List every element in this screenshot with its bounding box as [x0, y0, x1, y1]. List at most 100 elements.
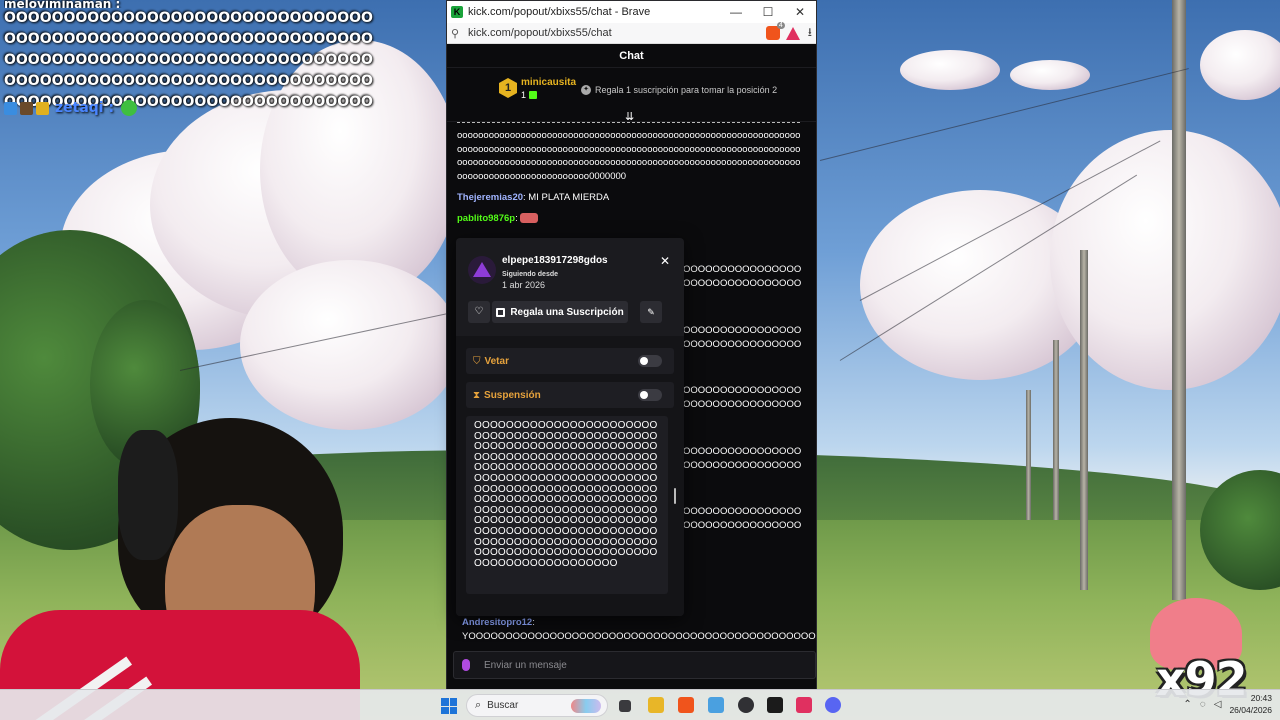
gift-circle-icon: ✦ [581, 85, 591, 95]
download-icon[interactable]: ⭳ [808, 23, 812, 44]
chat-message-fragment: OOOOOOOOOOOOOOOOOOOOOOOOOOOOOOOOOOOOOOOO… [683, 385, 802, 410]
divider [457, 122, 800, 123]
overlay-message: OOOOOOOOOOOOOOOOOOOOOOOOOOOOOOOOOOOOOOOO… [4, 10, 373, 110]
system-tray: ⌃ ◌ ◁ 20:43 26/04/2026 [1183, 692, 1272, 716]
utility-pole [1026, 390, 1031, 520]
chat-header: Chat [447, 44, 816, 68]
message-text: : MI PLATA MIERDA [523, 192, 610, 203]
badge-icon [20, 101, 33, 115]
gift-subscription-button[interactable]: Regala una Suscripción [492, 301, 628, 323]
minimize-button[interactable]: — [720, 1, 752, 23]
emote-icon [520, 212, 539, 223]
mic-icon[interactable] [462, 659, 470, 671]
site-settings-icon[interactable]: ⚲ [451, 27, 465, 40]
mute-user-button[interactable]: ✎ [640, 301, 662, 323]
gift-icon [529, 91, 538, 99]
utility-pole [1172, 0, 1186, 600]
chat-message: pablito9876p: [457, 212, 802, 226]
clock[interactable]: 20:43 26/04/2026 [1229, 692, 1272, 716]
stream-overlay-chat: meloviminaman : OOOOOOOOOOOOOOOOOOOOOOOO… [4, 0, 376, 113]
brave-rewards-icon[interactable] [785, 26, 800, 40]
chat-message-fragment: OOOOOOOOOOOOOOOOOOOOOOOOOOOOOOOOOOOOOOOO… [683, 264, 802, 289]
overlay-username: meloviminaman : [4, 0, 121, 8]
brave-browser-icon[interactable] [678, 697, 694, 713]
message-text: YOOOOOOOOOOOOOOOOOOOOOOOOOOOOOOOOOOOOOOO… [462, 630, 816, 642]
taskbar-search-placeholder[interactable]: Buscar [487, 700, 518, 711]
crown-icon [36, 101, 49, 115]
taskbar-search[interactable]: ⌕ Buscar [466, 694, 608, 717]
volume-icon[interactable]: ◁ [1214, 699, 1222, 710]
file-explorer-icon[interactable] [648, 697, 664, 713]
badge-icon [4, 101, 17, 115]
maximize-button[interactable]: ☐ [752, 1, 784, 23]
utility-pole [1080, 250, 1088, 590]
app-icon[interactable] [796, 697, 812, 713]
discord-icon[interactable] [825, 697, 841, 713]
headset [118, 430, 178, 560]
chat-message: Thejeremias20: MI PLATA MIERDA [457, 191, 802, 205]
terminal-icon[interactable] [767, 697, 783, 713]
kick-favicon: K [451, 6, 463, 18]
chat-username[interactable]: Thejeremias20 [457, 192, 523, 203]
gift-leaderboard: 1 minicausita 1 ✦ Regala 1 suscripción p… [447, 68, 816, 123]
ban-toggle[interactable] [638, 355, 662, 367]
timeout-toggle[interactable] [638, 389, 662, 401]
search-icon: ⌕ [475, 699, 482, 711]
chat-message-fragment: OOOOOOOOOOOOOOOOOOOOOOOOOOOOOOOOOOOOOOOO… [683, 325, 802, 350]
rank-badge: 1 [499, 78, 517, 98]
scrollbar[interactable] [674, 488, 676, 504]
user-message-history[interactable]: OOOOOOOOOOOOOOOOOOOOOOOOOOOOOOOOOOOOOOOO… [466, 416, 668, 594]
message-text: : [515, 212, 518, 224]
window-title: kick.com/popout/xbixs55/chat - Brave [468, 6, 651, 18]
follow-heart-button[interactable]: ♡ [468, 301, 490, 323]
cloud [1010, 60, 1090, 90]
shields-count: 4 [776, 22, 785, 29]
ban-row[interactable]: ⛉ Vetar [466, 348, 674, 374]
chat-message: oooooooooooooooooooooooooooooooooooooooo… [457, 129, 802, 183]
timeout-label: Suspensión [484, 389, 541, 401]
moderation-panel: ⛉ Vetar ⧗ Suspensión OOOOOOOOOOOOOOOOOOO… [456, 336, 684, 616]
overlay-next-user: zetaqi : [55, 100, 115, 116]
gift-count: 1 [521, 90, 527, 100]
address-bar[interactable]: ⚲ kick.com/popout/xbixs55/chat 4 ⭳ [447, 22, 816, 44]
clock-date: 26/04/2026 [1229, 705, 1272, 715]
message-text: oooooooooooooooooooooooooooooooooooooooo… [457, 130, 801, 182]
chat-username[interactable]: Andresitopro12 [462, 617, 532, 628]
following-since-label: Siguiendo desde [502, 271, 559, 278]
windows-taskbar: ⌕ Buscar ⌃ ◌ ◁ 20:43 26/04/2026 [0, 689, 1280, 720]
timeout-row[interactable]: ⧗ Suspensión [466, 382, 674, 408]
obs-icon[interactable] [738, 697, 754, 713]
close-window-button[interactable]: ✕ [784, 1, 816, 23]
notepad-icon[interactable] [708, 697, 724, 713]
brave-shields-icon[interactable]: 4 [765, 22, 785, 40]
chat-input[interactable]: Enviar un mensaje [453, 651, 816, 679]
ban-label: Vetar [484, 355, 509, 367]
network-icon[interactable]: ◌ [1200, 699, 1206, 710]
gift-prompt[interactable]: ✦ Regala 1 suscripción para tomar la pos… [581, 85, 777, 95]
gift-icon [496, 307, 506, 317]
windows-start-icon[interactable] [441, 698, 457, 714]
cloud [240, 260, 460, 430]
following-since-date: 1 abr 2026 [502, 280, 546, 290]
cloud [1200, 30, 1280, 100]
webcam-feed [0, 410, 360, 720]
chat-message-fragment: OOOOOOOOOOOOOOOOOOOOOOOOOOOOOOOOOOOOOOOO… [683, 506, 802, 531]
chat-username[interactable]: pablito9876p [457, 213, 515, 224]
chat-message-fragment: OOOOOOOOOOOOOOOOOOOOOOOOOOOOOOOOOOOOOOOO… [683, 446, 802, 471]
chevron-up-icon[interactable]: ⌃ [1183, 699, 1191, 710]
title-bar: K kick.com/popout/xbixs55/chat - Brave —… [447, 1, 816, 23]
emote-icon [121, 100, 138, 116]
avatar [468, 256, 496, 284]
clock-time: 20:43 [1250, 693, 1272, 703]
search-highlight-icon [571, 699, 601, 713]
gift-prompt-text: Regala 1 suscripción para tomar la posic… [595, 85, 778, 95]
url-text[interactable]: kick.com/popout/xbixs55/chat [468, 27, 766, 39]
chat-message: Andresitopro12: YOOOOOOOOOOOOOOOOOOOOOOO… [462, 616, 816, 644]
chat-input-placeholder[interactable]: Enviar un mensaje [484, 660, 567, 671]
user-card-username[interactable]: elpepe183917298gdos [502, 255, 608, 266]
close-icon[interactable]: ✕ [660, 254, 670, 268]
leaderboard-count: 1 [521, 90, 538, 100]
task-view-icon[interactable] [619, 700, 631, 712]
leaderboard-user[interactable]: minicausita [521, 77, 576, 88]
user-card-popup: elpepe183917298gdos Siguiendo desde 1 ab… [456, 238, 684, 616]
